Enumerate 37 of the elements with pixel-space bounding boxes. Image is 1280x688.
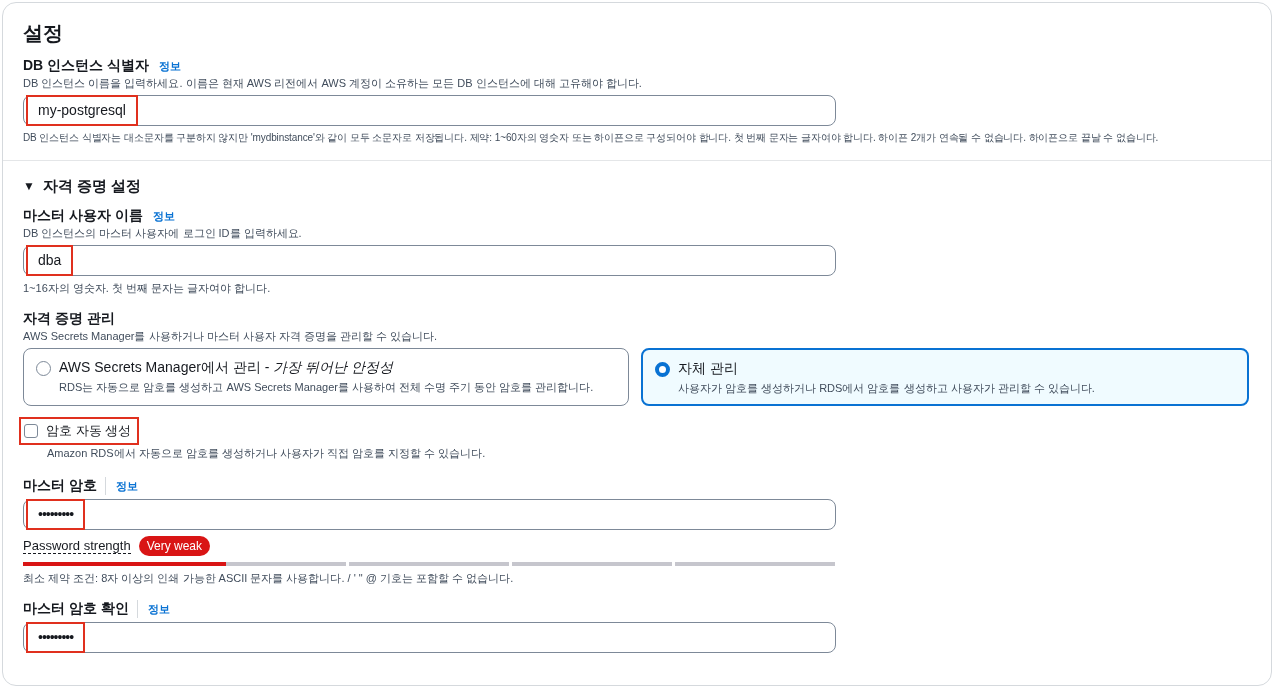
field-value: dba [26, 245, 74, 276]
section-title: 설정 [23, 21, 64, 45]
expandable-section-header[interactable]: ▼ 자격 증명 설정 [23, 175, 1251, 197]
password-field[interactable]: ••••••••• [23, 499, 836, 530]
field-description: DB 인스턴스의 마스터 사용자에 로그인 ID를 입력하세요. [23, 226, 303, 241]
field-hint: DB 인스턴스 식별자는 대소문자를 구분하지 않지만 'mydbinstance'와 같이 모두 소문자로 저장됩니다. 제약: 1~60자의 영숫자 또는 하이픈으로 구성되어야 합니다. 첫 번째 문자는 글자여야 합니다. 하이픈 2개가 연속될 수 없습니다. 하이픈으로 끝날 수 없습니다. [23, 131, 1160, 145]
info-link[interactable]: 정보 [147, 601, 170, 617]
radio-button-icon [655, 362, 670, 377]
field-value: ••••••••• [26, 622, 86, 653]
option-description: RDS는 자동으로 암호를 생성하고 AWS Secrets Manager를 사용하여 전체 수명 주기 동안 암호를 관리합니다. [59, 380, 594, 395]
radio-button-icon [36, 361, 51, 376]
field-label: 자격 증명 관리 [23, 310, 115, 328]
field-label: 마스터 암호 [23, 477, 106, 495]
info-link[interactable]: 정보 [115, 478, 138, 494]
radio-option-card[interactable]: AWS Secrets Manager에서 관리 - 가장 뛰어난 안정성 RDS는 자동으로 암호를 생성하고 AWS Secrets Manager를 사용하여 전체 수명 주기 동안 암호를 관리합니다. [23, 348, 629, 406]
strength-badge: Very weak [138, 536, 211, 556]
info-link[interactable]: 정보 [152, 208, 175, 224]
checkbox-field[interactable]: 암호 자동 생성 [19, 417, 140, 445]
input-field[interactable]: my-postgresql [23, 95, 836, 126]
field-hint: 최소 제약 조건: 8자 이상의 인쇄 가능한 ASCII 문자를 사용합니다. / ' " @ 기호는 포함할 수 없습니다. [23, 571, 515, 586]
option-title: 자체 관리 [678, 360, 739, 378]
password-field[interactable]: ••••••••• [23, 622, 836, 653]
field-value: ••••••••• [26, 499, 86, 530]
field-label: DB 인스턴스 식별자 [23, 57, 149, 75]
field-label: 마스터 사용자 이름 [23, 207, 143, 225]
info-link[interactable]: 정보 [159, 58, 181, 74]
field-description: DB 인스턴스 이름을 입력하세요. 이름은 현재 AWS 리전에서 AWS 계정이 소유하는 모든 DB 인스턴스에 대해 고유해야 합니다. [23, 76, 643, 91]
strength-label[interactable]: Password strength [23, 538, 131, 554]
radio-option-card[interactable]: 자체 관리 사용자가 암호를 생성하거나 RDS에서 암호를 생성하고 사용자가 관리할 수 있습니다. [641, 348, 1249, 406]
option-description: 사용자가 암호를 생성하거나 RDS에서 암호를 생성하고 사용자가 관리할 수 있습니다. [678, 381, 1095, 396]
field-hint: 1~16자의 영숫자. 첫 번째 문자는 글자여야 합니다. [23, 281, 272, 296]
option-title: AWS Secrets Manager에서 관리 - 가장 뛰어난 안정성 [59, 359, 395, 377]
checkbox-description: Amazon RDS에서 자동으로 암호를 생성하거나 사용자가 직접 암호를 지정할 수 있습니다. [47, 446, 487, 461]
field-description: AWS Secrets Manager를 사용하거나 마스터 사용자 자격 증명을 관리할 수 있습니다. [23, 329, 438, 344]
field-label: 마스터 암호 확인 [23, 600, 138, 618]
input-field[interactable]: dba [23, 245, 836, 276]
field-value: my-postgresql [26, 95, 138, 126]
